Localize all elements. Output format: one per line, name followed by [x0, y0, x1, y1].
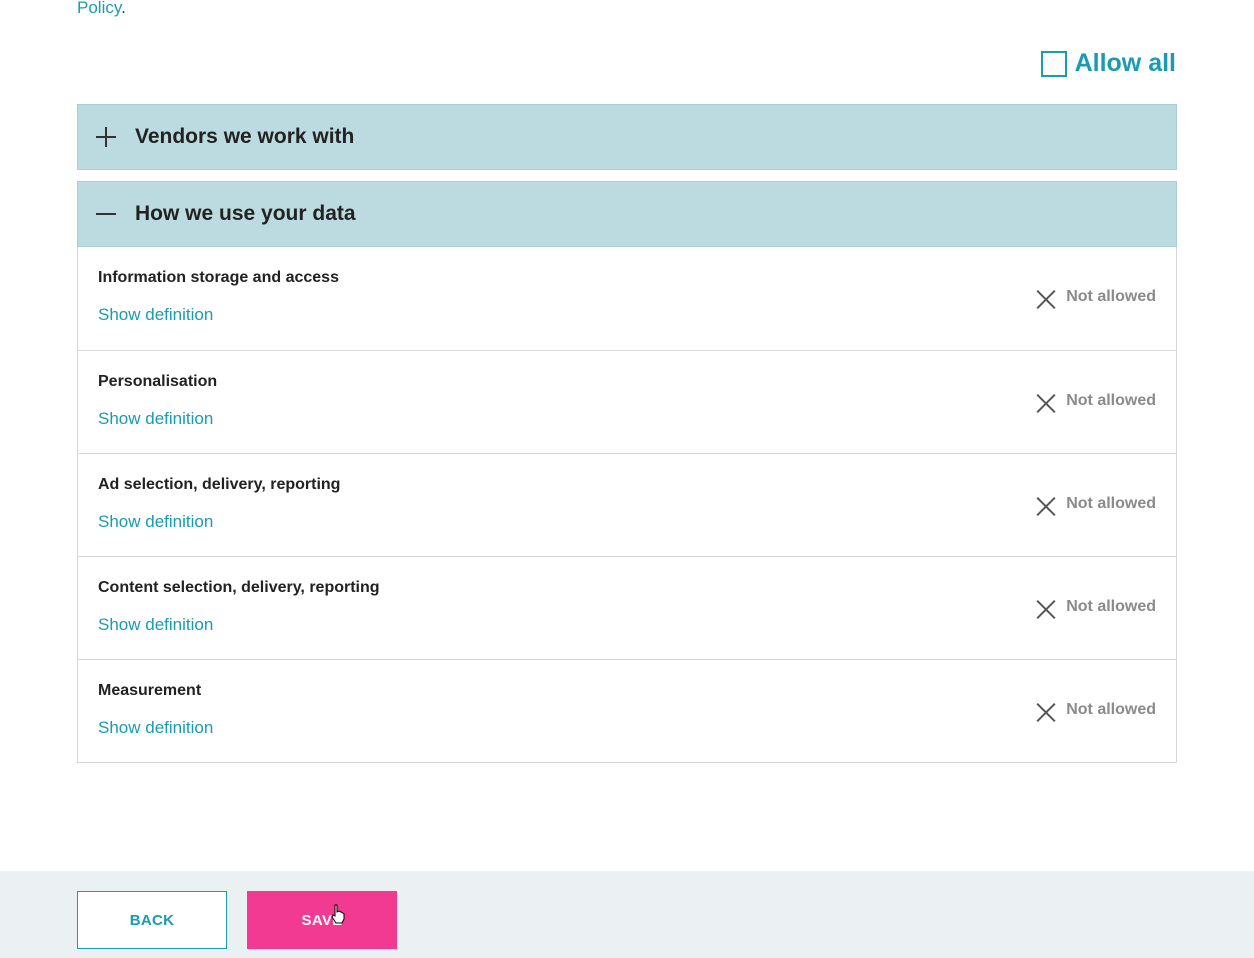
purpose-name: Personalisation: [98, 373, 218, 390]
show-definition-link[interactable]: Show definition: [98, 512, 213, 532]
save-button[interactable]: SAVE: [247, 891, 397, 949]
status-label: Not allowed: [1066, 495, 1156, 512]
purpose-consent-toggle[interactable]: Not allowed: [1036, 597, 1156, 620]
pointer-cursor-icon: [331, 904, 345, 924]
allow-all-checkbox[interactable]: [1040, 50, 1067, 77]
purpose-consent-toggle[interactable]: Not allowed: [1036, 700, 1156, 723]
status-label: Not allowed: [1066, 288, 1156, 305]
purpose-consent-toggle[interactable]: Not allowed: [1036, 494, 1156, 517]
footer-bar: BACK SAVE: [0, 871, 1254, 958]
status-label: Not allowed: [1066, 598, 1156, 615]
purpose-name: Information storage and access: [98, 269, 339, 286]
vendors-accordion-header[interactable]: Vendors we work with: [77, 104, 1177, 170]
status-label: Not allowed: [1066, 701, 1156, 718]
policy-link[interactable]: Policy: [77, 0, 121, 17]
data-usage-accordion-header[interactable]: How we use your data: [77, 181, 1177, 247]
purpose-row-content-selection: Content selection, delivery, reporting S…: [78, 556, 1176, 659]
purpose-name: Measurement: [98, 682, 202, 699]
purpose-consent-toggle[interactable]: Not allowed: [1036, 391, 1156, 414]
section-title-vendors: Vendors we work with: [135, 125, 355, 148]
purpose-name: Content selection, delivery, reporting: [98, 579, 380, 596]
section-title-data-usage: How we use your data: [135, 202, 356, 225]
show-definition-link[interactable]: Show definition: [98, 409, 213, 429]
close-icon: [1036, 393, 1056, 414]
allow-all-toggle[interactable]: Allow all: [1040, 49, 1176, 78]
policy-text: Policy.: [77, 0, 126, 18]
policy-punctuation: .: [121, 0, 126, 17]
purpose-row-personalisation: Personalisation Show definition Not allo…: [78, 350, 1176, 453]
purpose-row-measurement: Measurement Show definition Not allowed: [78, 659, 1176, 762]
show-definition-link[interactable]: Show definition: [98, 305, 213, 325]
allow-all-label[interactable]: Allow all: [1075, 49, 1176, 78]
back-button[interactable]: BACK: [77, 891, 227, 949]
purpose-consent-toggle[interactable]: Not allowed: [1036, 287, 1156, 310]
show-definition-link[interactable]: Show definition: [98, 615, 213, 635]
purposes-list: Information storage and access Show defi…: [77, 247, 1177, 763]
close-icon: [1036, 702, 1056, 723]
purpose-row-storage: Information storage and access Show defi…: [78, 247, 1176, 350]
minus-icon: [96, 204, 116, 224]
status-label: Not allowed: [1066, 392, 1156, 409]
show-definition-link[interactable]: Show definition: [98, 718, 213, 738]
purpose-row-ad-selection: Ad selection, delivery, reporting Show d…: [78, 453, 1176, 556]
close-icon: [1036, 496, 1056, 517]
close-icon: [1036, 599, 1056, 620]
purpose-name: Ad selection, delivery, reporting: [98, 476, 341, 493]
close-icon: [1036, 289, 1056, 310]
plus-icon: [96, 127, 116, 147]
